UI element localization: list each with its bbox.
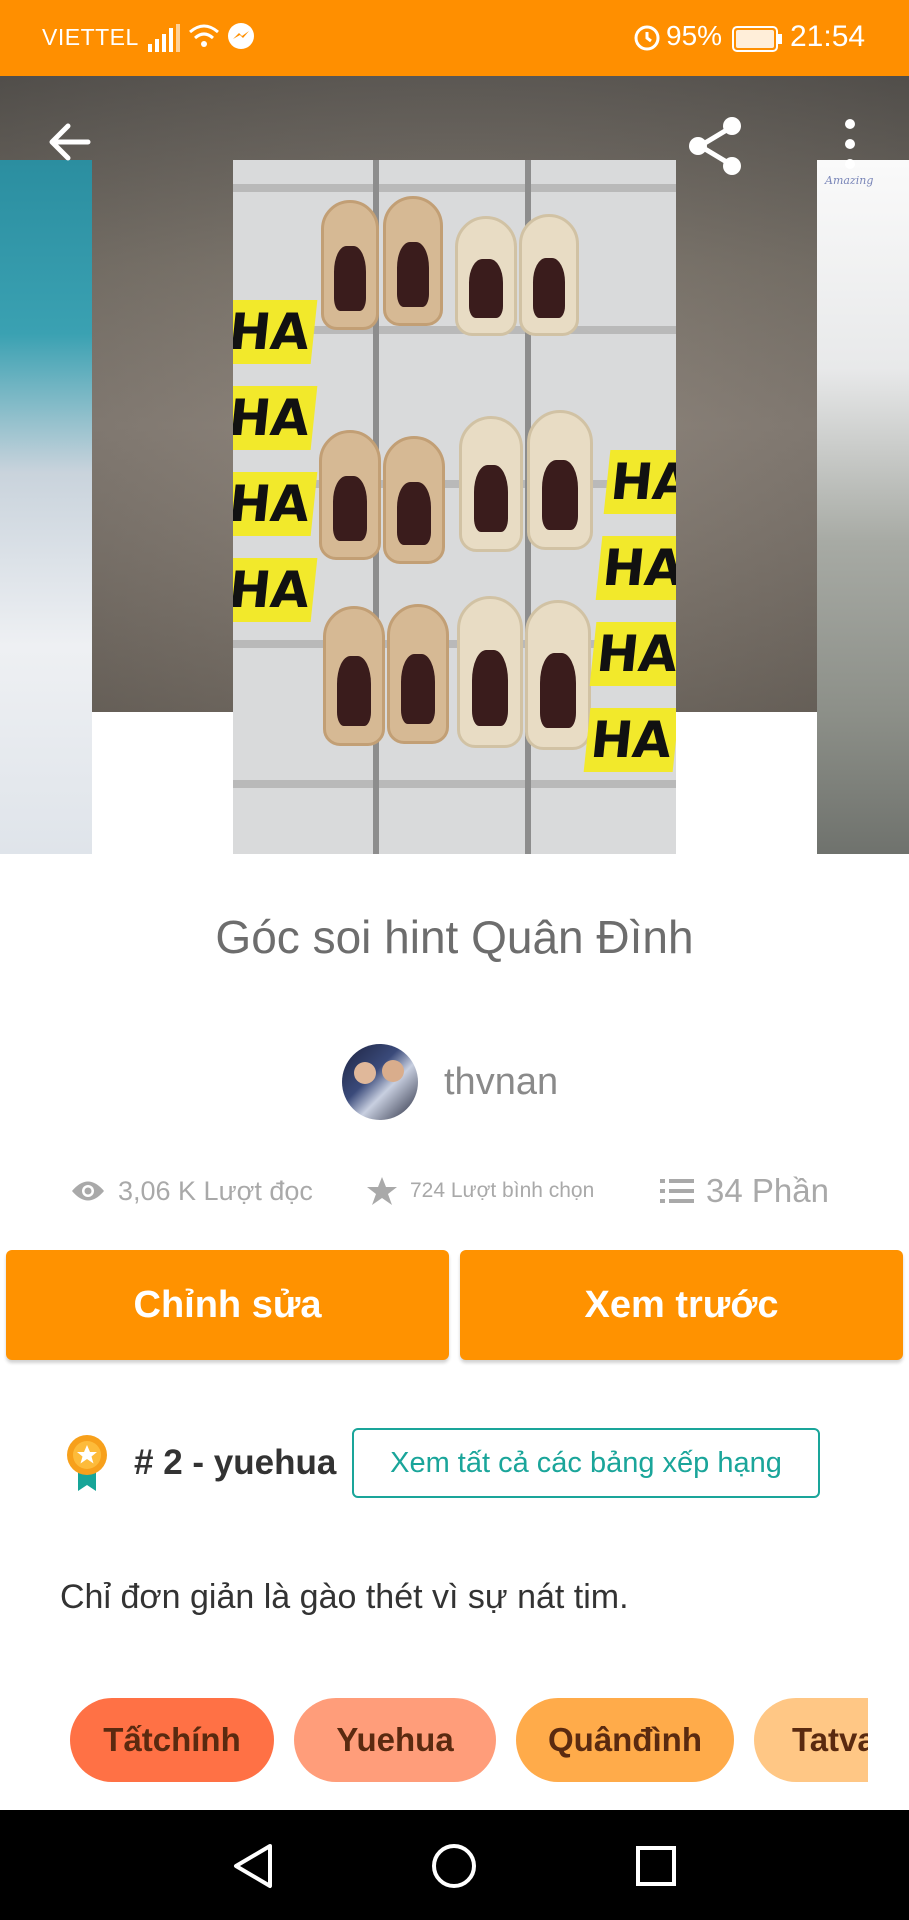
- tag-chip[interactable]: Tấtchính: [70, 1698, 274, 1782]
- cover-signature: Amazing: [825, 174, 874, 187]
- back-triangle-icon[interactable]: [226, 1838, 282, 1894]
- cover-text: HA: [583, 708, 676, 772]
- rank-label: # 2 - yuehua: [134, 1443, 337, 1482]
- cover-text: HA: [233, 558, 317, 622]
- arrow-left-icon[interactable]: [44, 116, 96, 168]
- parts-stat: 34 Phần: [660, 1166, 829, 1216]
- alarm-icon: [634, 25, 660, 51]
- cover-next[interactable]: Amazing: [817, 160, 909, 854]
- cover-text: HA: [595, 536, 676, 600]
- status-bar: VIETTEL 95% 21:54: [0, 0, 909, 76]
- author-avatar[interactable]: [342, 1044, 418, 1120]
- cover-text: HA: [589, 622, 676, 686]
- messenger-icon: [228, 23, 254, 49]
- action-buttons: Chỉnh sửa Xem trước: [0, 1250, 909, 1362]
- cover-previous[interactable]: [0, 160, 92, 854]
- ranking-row: # 2 - yuehua Xem tất cả các bảng xếp hạn…: [62, 1428, 820, 1498]
- cover-text: HA: [233, 472, 317, 536]
- preview-button[interactable]: Xem trước: [460, 1250, 903, 1360]
- tag-chip[interactable]: Tatvan: [754, 1698, 868, 1782]
- cover-text: HA: [603, 450, 676, 514]
- signal-icon: [148, 24, 180, 52]
- clock: 21:54: [790, 20, 866, 53]
- edit-button[interactable]: Chỉnh sửa: [6, 1250, 449, 1360]
- carrier-label: VIETTEL: [42, 24, 139, 50]
- tag-chip[interactable]: Quânđình: [516, 1698, 734, 1782]
- home-circle-icon[interactable]: [426, 1838, 482, 1894]
- story-description: Chỉ đơn giản là gào thét vì sự nát tim.: [60, 1578, 629, 1616]
- list-icon: [660, 1179, 694, 1203]
- cover-carousel[interactable]: Amazing HA HA HA HA HA HA HA HA: [0, 76, 909, 854]
- star-icon: [367, 1177, 397, 1205]
- battery-percent: 95%: [666, 20, 723, 51]
- see-all-rankings-button[interactable]: Xem tất cả các bảng xếp hạng: [352, 1428, 820, 1498]
- share-icon[interactable]: [684, 114, 748, 178]
- tag-list[interactable]: Tấtchính Yuehua Quânđình Tatvan: [0, 1698, 868, 1784]
- votes-count: 724 Lượt bình chọn: [410, 1179, 595, 1202]
- parts-count: 34 Phần: [706, 1172, 829, 1209]
- cover-text: HA: [233, 386, 317, 450]
- eye-icon: [72, 1181, 104, 1201]
- story-title: Góc soi hint Quân Đình: [215, 911, 694, 963]
- cover-text: HA: [233, 300, 317, 364]
- system-nav-bar: [0, 1810, 909, 1920]
- reads-count: 3,06 K Lượt đọc: [118, 1175, 313, 1206]
- votes-stat: 724 Lượt bình chọn: [366, 1166, 594, 1216]
- cover-image[interactable]: HA HA HA HA HA HA HA HA: [233, 160, 676, 854]
- recents-square-icon[interactable]: [628, 1838, 684, 1894]
- more-vertical-icon[interactable]: [832, 116, 868, 172]
- author[interactable]: thvnan: [342, 1044, 558, 1120]
- story-stats: 3,06 K Lượt đọc 724 Lượt bình chọn 34 Ph…: [0, 1166, 909, 1216]
- reads-stat: 3,06 K Lượt đọc: [70, 1166, 313, 1216]
- author-name[interactable]: thvnan: [444, 1061, 558, 1104]
- wifi-icon: [189, 24, 219, 47]
- battery-icon: [732, 26, 782, 52]
- medal-icon: [67, 1435, 107, 1491]
- tag-chip[interactable]: Yuehua: [294, 1698, 496, 1782]
